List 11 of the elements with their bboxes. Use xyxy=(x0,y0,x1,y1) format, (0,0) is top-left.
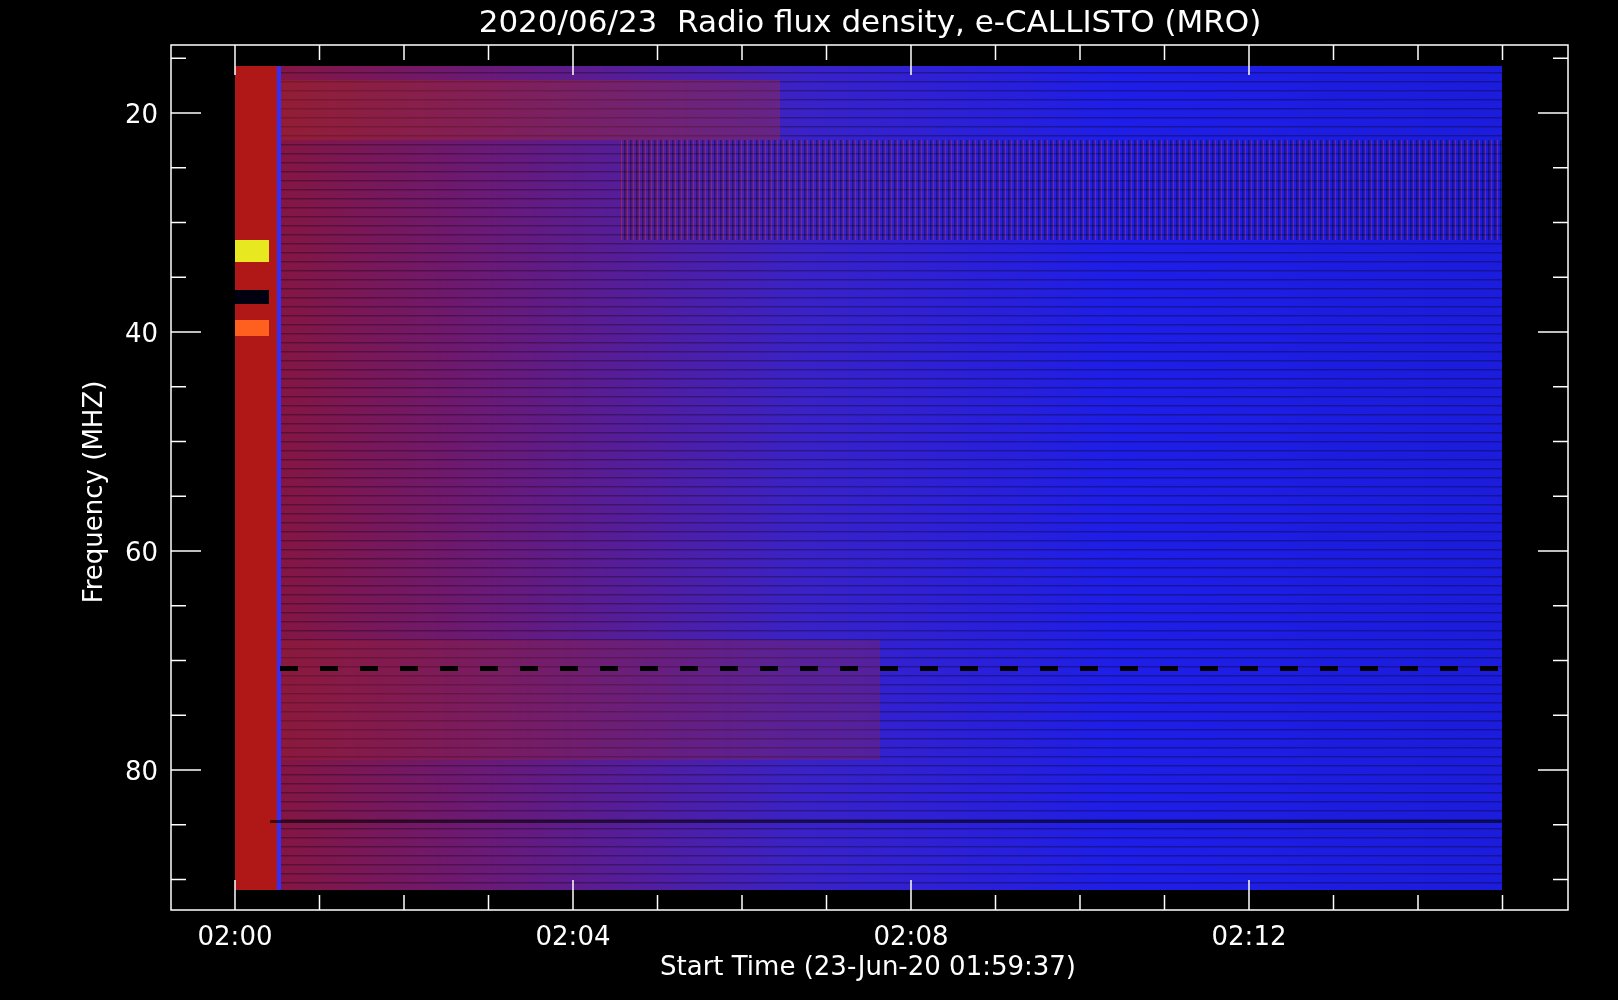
x-tick-label: 02:12 xyxy=(1211,921,1287,951)
chart-title: 2020/06/23 Radio flux density, e-CALLISTO (MRO) xyxy=(478,3,1262,39)
y-tick-label: 60 xyxy=(124,537,158,567)
y-tick-label: 80 xyxy=(124,756,158,786)
y-tick-label: 40 xyxy=(124,318,158,348)
x-tick-label: 02:04 xyxy=(535,921,611,951)
y-tick-label: 20 xyxy=(124,99,158,129)
y-axis-label: Frequency (MHZ) xyxy=(78,380,108,604)
x-axis-label: Start Time (23-Jun-20 01:59:37) xyxy=(660,951,1076,981)
x-tick-label: 02:08 xyxy=(873,921,949,951)
x-tick-label: 02:00 xyxy=(197,921,273,951)
